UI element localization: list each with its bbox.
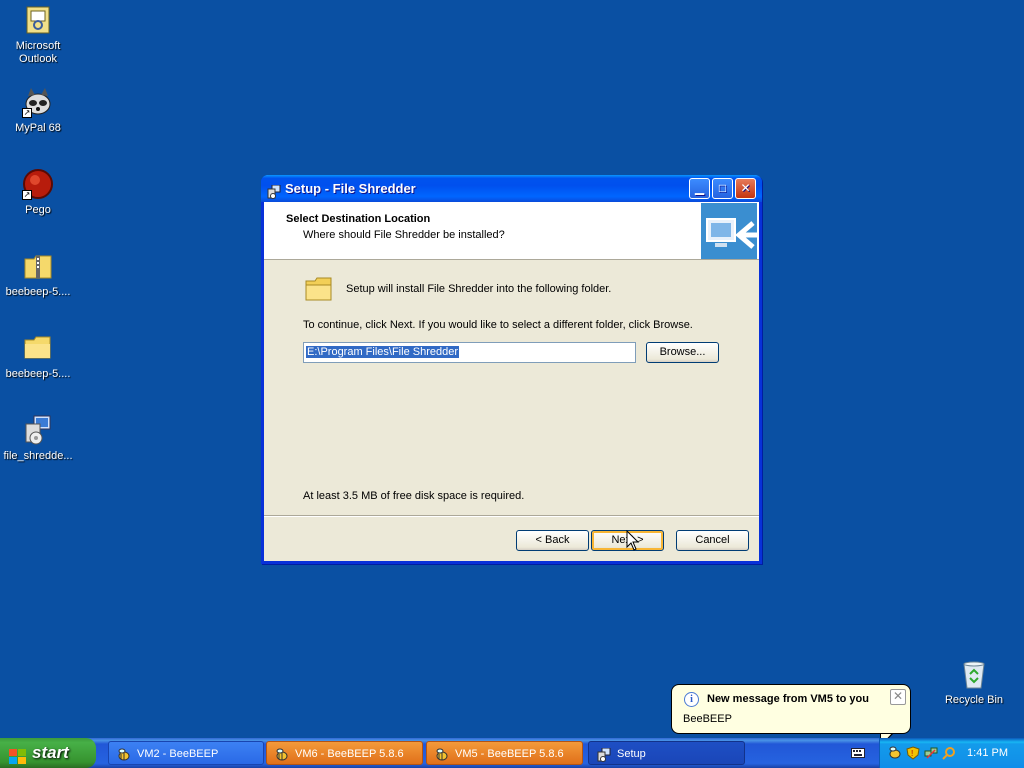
- start-label: start: [32, 743, 69, 762]
- balloon-close-button[interactable]: ✕: [890, 689, 906, 705]
- maximize-icon: □: [718, 181, 727, 195]
- folder-icon: [305, 276, 333, 302]
- clock[interactable]: 1:41 PM: [967, 747, 1008, 759]
- desktop-icon-label: Recycle Bin: [944, 694, 1004, 706]
- task-label: Setup: [617, 748, 646, 760]
- shortcut-arrow-icon: ↗: [22, 190, 32, 200]
- task-vm5-beebeep[interactable]: VM5 - BeeBEEP 5.8.6: [426, 741, 583, 765]
- task-label: VM2 - BeeBEEP: [137, 748, 219, 760]
- wizard-header: Select Destination Location Where should…: [264, 202, 759, 260]
- destination-path-value: E:\Program Files\File Shredder: [306, 346, 459, 358]
- mouse-cursor-icon: [626, 529, 640, 552]
- install-info-text: Setup will install File Shredder into th…: [346, 283, 612, 295]
- task-vm2-beebeep[interactable]: VM2 - BeeBEEP: [108, 741, 264, 765]
- beebeep-tray-icon[interactable]: [888, 746, 902, 760]
- desktop-icon-file-shredder[interactable]: file_shredde...: [0, 414, 76, 463]
- beebeep-icon: [435, 747, 449, 761]
- footer-divider: [264, 515, 759, 517]
- window-titlebar[interactable]: Setup - File Shredder ▁ □ ✕: [261, 175, 762, 202]
- balloon-title: New message from VM5 to you: [707, 693, 869, 705]
- installer-icon: [22, 414, 54, 446]
- svg-text:!: !: [911, 749, 913, 758]
- taskbar: start VM2 - BeeBEEP VM6 - BeeBEEP 5.8.6 …: [0, 738, 1024, 768]
- destination-path-input[interactable]: E:\Program Files\File Shredder: [303, 342, 636, 363]
- task-setup[interactable]: Setup: [588, 741, 745, 765]
- desktop-icon-label: Pego: [25, 204, 51, 216]
- raccoon-icon: ↗: [22, 86, 54, 118]
- desktop-icon-outlook[interactable]: Microsoft Outlook: [0, 4, 76, 66]
- setup-app-icon: [267, 181, 281, 199]
- search-icon[interactable]: [942, 746, 956, 760]
- balloon-body: BeeBEEP: [683, 713, 732, 725]
- desktop-icon-label: file_shredde...: [3, 450, 73, 462]
- zip-folder-icon: [22, 250, 54, 282]
- setup-window[interactable]: Setup - File Shredder ▁ □ ✕ Select Desti…: [261, 175, 762, 564]
- window-title: Setup - File Shredder: [285, 181, 416, 196]
- setup-app-icon: [597, 747, 611, 762]
- beebeep-icon: [275, 747, 289, 761]
- desktop-icon-beebeep-folder[interactable]: beebeep-5....: [0, 332, 76, 381]
- start-button[interactable]: start: [0, 738, 96, 768]
- page-subtitle: Where should File Shredder be installed?: [303, 229, 505, 241]
- browse-button[interactable]: Browse...: [646, 342, 719, 363]
- task-label: VM5 - BeeBEEP 5.8.6: [455, 748, 564, 760]
- desktop-icon-pego[interactable]: ↗ Pego: [0, 168, 76, 217]
- close-button[interactable]: ✕: [735, 178, 756, 199]
- desktop-icon-label: MyPal 68: [15, 122, 61, 134]
- recycle-bin-icon: [958, 658, 990, 690]
- disk-space-text: At least 3.5 MB of free disk space is re…: [303, 490, 525, 502]
- desktop-icon-recycle-bin[interactable]: Recycle Bin: [936, 658, 1012, 707]
- notification-balloon[interactable]: i New message from VM5 to you BeeBEEP ✕: [671, 684, 911, 734]
- minimize-button[interactable]: ▁: [689, 178, 710, 199]
- setup-computer-icon: [701, 203, 757, 259]
- desktop-icon-mypal[interactable]: ↗ MyPal 68: [0, 86, 76, 135]
- continue-instructions: To continue, click Next. If you would li…: [303, 319, 693, 331]
- desktop-icon-label: Microsoft Outlook: [15, 40, 61, 65]
- back-button[interactable]: < Back: [516, 530, 589, 551]
- outlook-icon: [22, 4, 54, 36]
- task-vm6-beebeep[interactable]: VM6 - BeeBEEP 5.8.6: [266, 741, 423, 765]
- system-tray: ! 1:41 PM: [879, 738, 1024, 768]
- desktop-icon-label: beebeep-5....: [5, 286, 71, 298]
- security-shield-icon[interactable]: !: [906, 746, 920, 760]
- cancel-button[interactable]: Cancel: [676, 530, 749, 551]
- network-icon[interactable]: [924, 746, 938, 760]
- windows-logo-icon: [9, 745, 27, 764]
- maximize-button[interactable]: □: [712, 178, 733, 199]
- beebeep-icon: [117, 747, 131, 761]
- info-icon: i: [684, 692, 699, 707]
- pego-icon: ↗: [22, 168, 54, 200]
- page-title: Select Destination Location: [286, 213, 431, 225]
- task-label: VM6 - BeeBEEP 5.8.6: [295, 748, 404, 760]
- close-icon: ✕: [892, 689, 904, 703]
- close-icon: ✕: [740, 181, 751, 195]
- keyboard-icon[interactable]: [851, 748, 865, 758]
- folder-icon: [22, 332, 54, 364]
- desktop-icon-beebeep-zip[interactable]: beebeep-5....: [0, 250, 76, 299]
- minimize-icon: ▁: [694, 181, 705, 195]
- desktop-icon-label: beebeep-5....: [5, 368, 71, 380]
- shortcut-arrow-icon: ↗: [22, 108, 32, 118]
